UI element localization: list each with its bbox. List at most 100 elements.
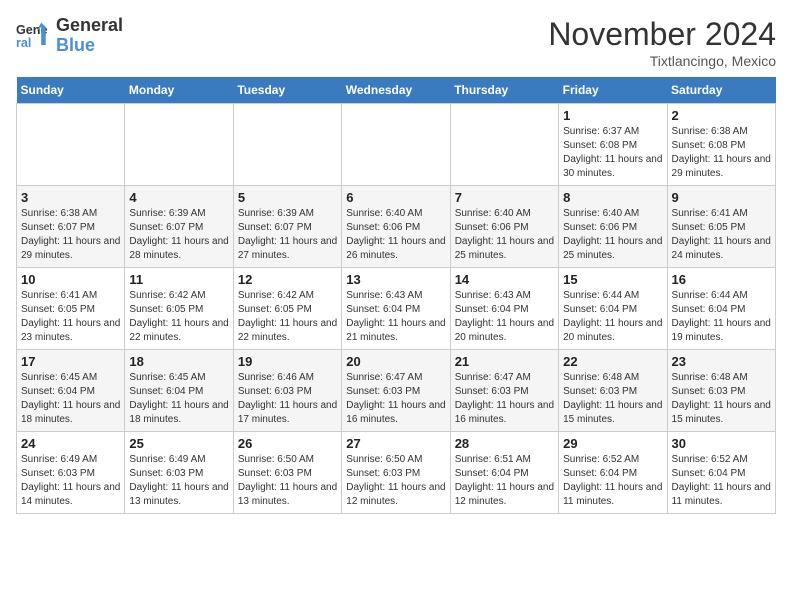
logo-text-general: General <box>56 16 123 36</box>
calendar-cell: 10 Sunrise: 6:41 AMSunset: 6:05 PMDayligh… <box>17 268 125 350</box>
day-number: 6 <box>346 190 445 205</box>
calendar-week-1: 1 Sunrise: 6:37 AMSunset: 6:08 PMDaylight… <box>17 104 776 186</box>
day-info: Sunrise: 6:44 AMSunset: 6:04 PMDaylight:… <box>563 289 662 345</box>
day-number: 18 <box>129 354 228 369</box>
calendar-cell <box>233 104 341 186</box>
day-number: 1 <box>563 108 662 123</box>
calendar-cell: 11Sunrise: 6:42 AMSunset: 6:05 PMDayligh… <box>125 268 233 350</box>
day-number: 16 <box>672 272 771 287</box>
weekday-header-thursday: Thursday <box>450 77 558 104</box>
day-number: 10 <box>21 272 120 287</box>
calendar-cell: 27 Sunrise: 6:50 AMSunset: 6:03 PMDayligh… <box>342 432 450 514</box>
calendar-cell: 30Sunrise: 6:52 AMSunset: 6:04 PMDayligh… <box>667 432 775 514</box>
day-info: Sunrise: 6:48 AMSunset: 6:03 PMDaylight:… <box>563 371 662 427</box>
day-number: 25 <box>129 436 228 451</box>
day-info: Sunrise: 6:43 AMSunset: 6:04 PMDaylight:… <box>346 289 445 345</box>
calendar-cell: 5Sunrise: 6:39 AMSunset: 6:07 PMDaylight… <box>233 186 341 268</box>
calendar-table: SundayMondayTuesdayWednesdayThursdayFrid… <box>16 77 776 514</box>
day-info: Sunrise: 6:40 AMSunset: 6:06 PMDaylight:… <box>346 207 445 263</box>
calendar-week-4: 17Sunrise: 6:45 AMSunset: 6:04 PMDayligh… <box>17 350 776 432</box>
calendar-cell: 1 Sunrise: 6:37 AMSunset: 6:08 PMDaylight… <box>559 104 667 186</box>
day-info: Sunrise: 6:44 AMSunset: 6:04 PMDaylight:… <box>672 289 771 345</box>
calendar-week-5: 24 Sunrise: 6:49 AMSunset: 6:03 PMDayligh… <box>17 432 776 514</box>
day-info: Sunrise: 6:50 AMSunset: 6:03 PMDaylight:… <box>238 453 337 509</box>
day-number: 30 <box>672 436 771 451</box>
day-number: 7 <box>455 190 554 205</box>
calendar-cell: 4Sunrise: 6:39 AMSunset: 6:07 PMDaylight… <box>125 186 233 268</box>
day-number: 15 <box>563 272 662 287</box>
calendar-cell: 18 Sunrise: 6:45 AMSunset: 6:04 PMDayligh… <box>125 350 233 432</box>
day-info: Sunrise: 6:45 AMSunset: 6:04 PMDaylight:… <box>129 371 228 427</box>
calendar-cell <box>342 104 450 186</box>
calendar-cell: 23 Sunrise: 6:48 AMSunset: 6:03 PMDayligh… <box>667 350 775 432</box>
day-info: Sunrise: 6:40 AMSunset: 6:06 PMDaylight:… <box>563 207 662 263</box>
day-info: Sunrise: 6:49 AMSunset: 6:03 PMDaylight:… <box>21 453 120 509</box>
day-number: 14 <box>455 272 554 287</box>
calendar-cell: 21Sunrise: 6:47 AMSunset: 6:03 PMDayligh… <box>450 350 558 432</box>
weekday-header-monday: Monday <box>125 77 233 104</box>
day-number: 22 <box>563 354 662 369</box>
day-number: 4 <box>129 190 228 205</box>
calendar-cell: 25 Sunrise: 6:49 AMSunset: 6:03 PMDayligh… <box>125 432 233 514</box>
calendar-cell <box>17 104 125 186</box>
calendar-week-3: 10 Sunrise: 6:41 AMSunset: 6:05 PMDayligh… <box>17 268 776 350</box>
day-info: Sunrise: 6:45 AMSunset: 6:04 PMDaylight:… <box>21 371 120 427</box>
day-info: Sunrise: 6:49 AMSunset: 6:03 PMDaylight:… <box>129 453 228 509</box>
day-info: Sunrise: 6:47 AMSunset: 6:03 PMDaylight:… <box>455 371 554 427</box>
day-info: Sunrise: 6:48 AMSunset: 6:03 PMDaylight:… <box>672 371 771 427</box>
calendar-cell: 29Sunrise: 6:52 AMSunset: 6:04 PMDayligh… <box>559 432 667 514</box>
day-info: Sunrise: 6:50 AMSunset: 6:03 PMDaylight:… <box>346 453 445 509</box>
day-info: Sunrise: 6:41 AMSunset: 6:05 PMDaylight:… <box>672 207 771 263</box>
day-number: 20 <box>346 354 445 369</box>
calendar-cell: 28Sunrise: 6:51 AMSunset: 6:04 PMDayligh… <box>450 432 558 514</box>
day-number: 24 <box>21 436 120 451</box>
day-info: Sunrise: 6:40 AMSunset: 6:06 PMDaylight:… <box>455 207 554 263</box>
logo-text-blue: Blue <box>56 36 123 56</box>
day-number: 5 <box>238 190 337 205</box>
day-number: 19 <box>238 354 337 369</box>
svg-text:ral: ral <box>16 36 31 50</box>
weekday-header-sunday: Sunday <box>17 77 125 104</box>
day-number: 13 <box>346 272 445 287</box>
day-number: 12 <box>238 272 337 287</box>
calendar-cell: 13 Sunrise: 6:43 AMSunset: 6:04 PMDayligh… <box>342 268 450 350</box>
calendar-cell: 2Sunrise: 6:38 AMSunset: 6:08 PMDaylight… <box>667 104 775 186</box>
location-subtitle: Tixtlancingo, Mexico <box>548 53 776 69</box>
calendar-week-2: 3Sunrise: 6:38 AMSunset: 6:07 PMDaylight… <box>17 186 776 268</box>
day-info: Sunrise: 6:41 AMSunset: 6:05 PMDaylight:… <box>21 289 120 345</box>
day-number: 28 <box>455 436 554 451</box>
weekday-header-tuesday: Tuesday <box>233 77 341 104</box>
day-info: Sunrise: 6:42 AMSunset: 6:05 PMDaylight:… <box>129 289 228 345</box>
calendar-cell: 8 Sunrise: 6:40 AMSunset: 6:06 PMDaylight… <box>559 186 667 268</box>
calendar-header: SundayMondayTuesdayWednesdayThursdayFrid… <box>17 77 776 104</box>
calendar-cell: 17Sunrise: 6:45 AMSunset: 6:04 PMDayligh… <box>17 350 125 432</box>
calendar-cell: 3Sunrise: 6:38 AMSunset: 6:07 PMDaylight… <box>17 186 125 268</box>
day-info: Sunrise: 6:43 AMSunset: 6:04 PMDaylight:… <box>455 289 554 345</box>
calendar-cell: 7 Sunrise: 6:40 AMSunset: 6:06 PMDaylight… <box>450 186 558 268</box>
calendar-cell: 6 Sunrise: 6:40 AMSunset: 6:06 PMDaylight… <box>342 186 450 268</box>
day-info: Sunrise: 6:38 AMSunset: 6:08 PMDaylight:… <box>672 125 771 181</box>
day-info: Sunrise: 6:46 AMSunset: 6:03 PMDaylight:… <box>238 371 337 427</box>
page-header: Gene ral General Blue November 2024 Tixt… <box>16 16 776 69</box>
calendar-cell <box>125 104 233 186</box>
month-title: November 2024 <box>548 16 776 53</box>
day-info: Sunrise: 6:38 AMSunset: 6:07 PMDaylight:… <box>21 207 120 263</box>
day-info: Sunrise: 6:42 AMSunset: 6:05 PMDaylight:… <box>238 289 337 345</box>
calendar-cell: 24 Sunrise: 6:49 AMSunset: 6:03 PMDayligh… <box>17 432 125 514</box>
day-number: 27 <box>346 436 445 451</box>
calendar-cell <box>450 104 558 186</box>
calendar-cell: 15 Sunrise: 6:44 AMSunset: 6:04 PMDayligh… <box>559 268 667 350</box>
calendar-cell: 26 Sunrise: 6:50 AMSunset: 6:03 PMDayligh… <box>233 432 341 514</box>
day-number: 23 <box>672 354 771 369</box>
calendar-cell: 9Sunrise: 6:41 AMSunset: 6:05 PMDaylight… <box>667 186 775 268</box>
day-number: 26 <box>238 436 337 451</box>
day-info: Sunrise: 6:37 AMSunset: 6:08 PMDaylight:… <box>563 125 662 181</box>
calendar-cell: 16 Sunrise: 6:44 AMSunset: 6:04 PMDayligh… <box>667 268 775 350</box>
day-number: 29 <box>563 436 662 451</box>
day-number: 8 <box>563 190 662 205</box>
day-info: Sunrise: 6:47 AMSunset: 6:03 PMDaylight:… <box>346 371 445 427</box>
calendar-cell: 14 Sunrise: 6:43 AMSunset: 6:04 PMDayligh… <box>450 268 558 350</box>
title-area: November 2024 Tixtlancingo, Mexico <box>548 16 776 69</box>
calendar-body: 1 Sunrise: 6:37 AMSunset: 6:08 PMDaylight… <box>17 104 776 514</box>
calendar-cell: 19 Sunrise: 6:46 AMSunset: 6:03 PMDayligh… <box>233 350 341 432</box>
